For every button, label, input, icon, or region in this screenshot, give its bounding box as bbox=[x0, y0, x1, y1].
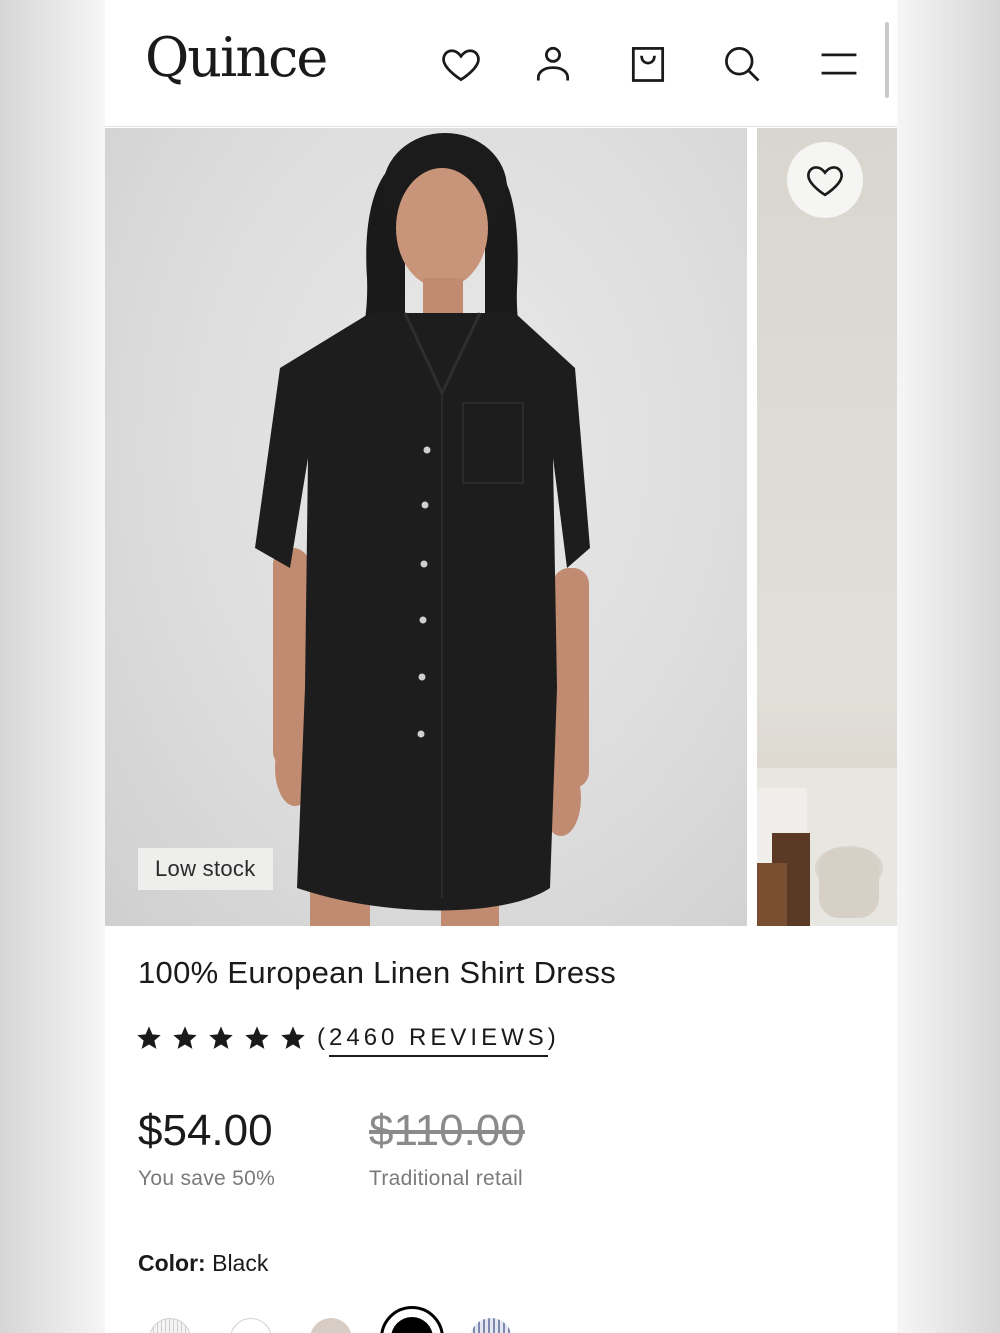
menu-icon[interactable] bbox=[813, 38, 865, 90]
swatch-striped-white[interactable] bbox=[149, 1318, 191, 1333]
savings-text: You save 50% bbox=[138, 1167, 276, 1190]
scroll-indicator bbox=[885, 22, 889, 98]
swatch-black-fill bbox=[391, 1317, 433, 1333]
star-icon bbox=[209, 1026, 233, 1049]
shopping-bag-icon[interactable] bbox=[622, 38, 674, 90]
site-header: Quince bbox=[105, 0, 897, 127]
model-wearing-dress-image bbox=[255, 133, 590, 926]
product-photo-next[interactable] bbox=[757, 128, 897, 926]
low-stock-badge: Low stock bbox=[138, 848, 273, 890]
star-icon bbox=[137, 1026, 161, 1049]
swatch-white[interactable] bbox=[230, 1318, 272, 1333]
reviews-open-paren: ( bbox=[317, 1024, 329, 1051]
retail-label: Traditional retail bbox=[369, 1167, 524, 1190]
product-page: Quince Low stock 100% European Linen Shi… bbox=[105, 0, 897, 1333]
swatch-striped-blue[interactable] bbox=[470, 1318, 512, 1333]
star-icon bbox=[281, 1026, 305, 1049]
product-image-carousel[interactable]: Low stock bbox=[105, 128, 897, 926]
reviews-count: (2460 REVIEWS) bbox=[317, 1024, 560, 1057]
backdrop-left bbox=[0, 0, 105, 1333]
heart-icon bbox=[807, 166, 843, 197]
swatch-black-selected[interactable] bbox=[380, 1306, 444, 1333]
sale-price: $54.00 bbox=[138, 1106, 273, 1155]
reviews-close-paren: ) bbox=[547, 1024, 560, 1051]
retail-price: $110.00 bbox=[369, 1106, 525, 1155]
interior-chair-vase-image bbox=[757, 768, 897, 926]
wishlist-heart-icon[interactable] bbox=[435, 38, 487, 90]
swatch-beige[interactable] bbox=[310, 1318, 352, 1333]
search-icon[interactable] bbox=[716, 38, 768, 90]
product-photo-main[interactable]: Low stock bbox=[105, 128, 747, 926]
product-title: 100% European Linen Shirt Dress bbox=[138, 955, 617, 990]
reviews-link[interactable]: 2460 REVIEWS bbox=[329, 1024, 548, 1057]
color-label: Color: bbox=[138, 1250, 206, 1276]
color-value: Black bbox=[212, 1250, 269, 1276]
account-icon[interactable] bbox=[527, 38, 579, 90]
rating-row: (2460 REVIEWS) bbox=[135, 1024, 560, 1057]
star-icon bbox=[245, 1026, 269, 1049]
brand-logo[interactable]: Quince bbox=[145, 26, 328, 89]
color-selector-label: Color: Black bbox=[138, 1250, 268, 1277]
star-icon bbox=[173, 1026, 197, 1049]
backdrop-right bbox=[896, 0, 1000, 1333]
favorite-heart-button[interactable] bbox=[787, 142, 863, 218]
